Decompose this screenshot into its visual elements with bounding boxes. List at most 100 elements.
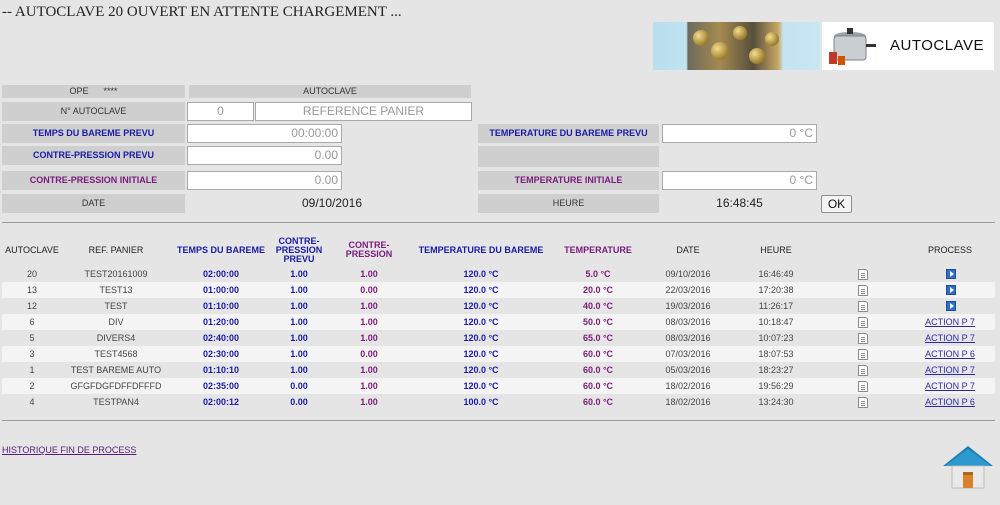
cell-ref: TEST13 (99, 285, 133, 295)
document-icon[interactable] (858, 285, 868, 296)
cell-cp: 1.00 (360, 301, 378, 311)
process-action-link[interactable]: ACTION P 7 (925, 333, 975, 343)
process-action-link[interactable]: ACTION P 7 (925, 381, 975, 391)
play-icon[interactable] (946, 301, 956, 311)
cell-date: 09/10/2016 (665, 269, 711, 279)
document-icon[interactable] (858, 301, 868, 312)
th-contre-pression-prevu: CONTRE-PRESSION PREVU (275, 235, 323, 264)
cell-temp-bareme: 120.0 °C (463, 317, 499, 327)
cell-heure: 19:56:29 (758, 381, 794, 391)
cell-heure: 13:24:30 (758, 397, 794, 407)
table-row: 6 DIV 01:20:00 1.00 1.00 120.0 °C 50.0 °C 08/03… (2, 314, 995, 330)
cell-autoclave: 4 (29, 397, 35, 407)
empty-cell (478, 146, 659, 167)
cell-temps: 01:10:10 (202, 365, 240, 375)
divider-bottom (2, 420, 995, 421)
process-action-link[interactable]: ACTION P 7 (925, 317, 975, 327)
table-row: 3 TEST4568 02:30:00 1.00 0.00 120.0 °C 60.0 °C… (2, 346, 995, 362)
historique-link[interactable]: HISTORIQUE FIN DE PROCESS (2, 445, 136, 455)
cell-cp-prevu: 1.00 (290, 349, 308, 359)
cell-heure: 18:07:53 (758, 349, 794, 359)
home-icon[interactable] (941, 444, 995, 490)
cell-temp: 50.0 °C (582, 317, 614, 327)
th-autoclave: AUTOCLAVE (5, 244, 59, 255)
cell-heure: 10:07:23 (758, 333, 794, 343)
cell-temp: 40.0 °C (582, 301, 614, 311)
header-photo (653, 22, 820, 70)
document-icon[interactable] (858, 365, 868, 376)
cell-temp-bareme: 120.0 °C (463, 349, 499, 359)
cell-temps: 02:30:00 (202, 349, 240, 359)
table-row: 5 DIVERS4 02:40:00 1.00 1.00 120.0 °C 65.0 °C 0… (2, 330, 995, 346)
play-icon[interactable] (946, 285, 956, 295)
cell-cp: 1.00 (360, 365, 378, 375)
cell-autoclave: 1 (29, 365, 35, 375)
reference-panier-input[interactable]: REFERENCE PANIER (255, 102, 472, 121)
cell-heure: 16:46:49 (758, 269, 794, 279)
cell-temp: 65.0 °C (582, 333, 614, 343)
cell-cp: 1.00 (360, 333, 378, 343)
cell-heure: 11:26:17 (758, 301, 794, 311)
th-date: DATE (676, 244, 700, 255)
cell-ref: TESTPAN4 (93, 397, 139, 407)
document-icon[interactable] (858, 381, 868, 392)
cell-date: 22/03/2016 (665, 285, 711, 295)
cell-ref: TEST BAREME AUTO (70, 365, 162, 375)
document-icon[interactable] (858, 333, 868, 344)
temps-bareme-input[interactable]: 00:00:00 (187, 124, 342, 143)
ope-label: OPE **** (2, 85, 185, 98)
contre-pression-initiale-input[interactable]: 0.00 (187, 171, 342, 190)
cell-heure: 17:20:38 (758, 285, 794, 295)
num-autoclave-label: N° AUTOCLAVE (2, 102, 185, 121)
table-row: 13 TEST13 01:00:00 1.00 0.00 120.0 °C 20.0 °C 2… (2, 282, 995, 298)
heure-label: HEURE (478, 194, 659, 213)
th-process: PROCESS (927, 244, 972, 255)
cell-cp-prevu: 1.00 (290, 333, 308, 343)
temperature-initiale-input[interactable]: 0 °C (662, 171, 817, 190)
cell-temp-bareme: 120.0 °C (463, 333, 499, 343)
cell-ref: DIVERS4 (96, 333, 136, 343)
table-row: 4 TESTPAN4 02:00:12 0.00 1.00 100.0 °C 60.0 °C… (2, 394, 995, 410)
cell-cp-prevu: 1.00 (290, 301, 308, 311)
cell-cp: 0.00 (360, 349, 378, 359)
cell-process: ACTION P 6 (906, 346, 994, 362)
table-row: 2 GFGFDGFDFFDFFFD 02:35:00 0.00 1.00 120.0 °C… (2, 378, 995, 394)
cell-temp: 60.0 °C (582, 365, 614, 375)
document-icon[interactable] (858, 269, 868, 280)
cell-autoclave: 20 (26, 269, 37, 279)
cell-process: ACTION P 7 (906, 378, 994, 394)
cell-date: 08/03/2016 (665, 317, 711, 327)
num-autoclave-input[interactable]: 0 (187, 102, 254, 121)
cell-date: 18/02/2016 (665, 381, 711, 391)
cell-autoclave: 12 (26, 301, 37, 311)
cell-date: 18/02/2016 (665, 397, 711, 407)
cell-temps: 02:00:12 (202, 397, 240, 407)
date-label: DATE (2, 194, 185, 213)
process-action-link[interactable]: ACTION P 6 (925, 397, 975, 407)
document-icon[interactable] (858, 397, 868, 408)
process-action-link[interactable]: ACTION P 7 (925, 365, 975, 375)
cell-date: 08/03/2016 (665, 333, 711, 343)
contre-pression-initiale-label: CONTRE-PRESSION INITIALE (2, 171, 185, 190)
cell-temp-bareme: 120.0 °C (463, 269, 499, 279)
autoclave-pot-icon (829, 28, 876, 65)
th-temperature: TEMPERATURE (564, 244, 632, 255)
cell-cp: 0.00 (360, 285, 378, 295)
cell-temps: 02:40:00 (202, 333, 240, 343)
cell-cp-prevu: 0.00 (290, 397, 308, 407)
cell-cp: 1.00 (360, 269, 378, 279)
cell-cp: 1.00 (360, 317, 378, 327)
temperature-bareme-input[interactable]: 0 °C (662, 124, 817, 143)
process-action-link[interactable]: ACTION P 6 (925, 349, 975, 359)
document-icon[interactable] (858, 349, 868, 360)
cell-ref: TEST20161009 (84, 269, 148, 279)
table-row: 1 TEST BAREME AUTO 01:10:10 1.00 1.00 120.0 °… (2, 362, 995, 378)
contre-pression-prevu-input[interactable]: 0.00 (187, 146, 342, 165)
play-icon[interactable] (946, 269, 956, 279)
cell-temp-bareme: 120.0 °C (463, 381, 499, 391)
th-temps-bareme: TEMPS DU BAREME (176, 244, 265, 255)
cell-ref: DIV (108, 317, 124, 327)
ok-button[interactable]: OK (821, 195, 852, 213)
document-icon[interactable] (858, 317, 868, 328)
cell-cp: 1.00 (360, 397, 378, 407)
